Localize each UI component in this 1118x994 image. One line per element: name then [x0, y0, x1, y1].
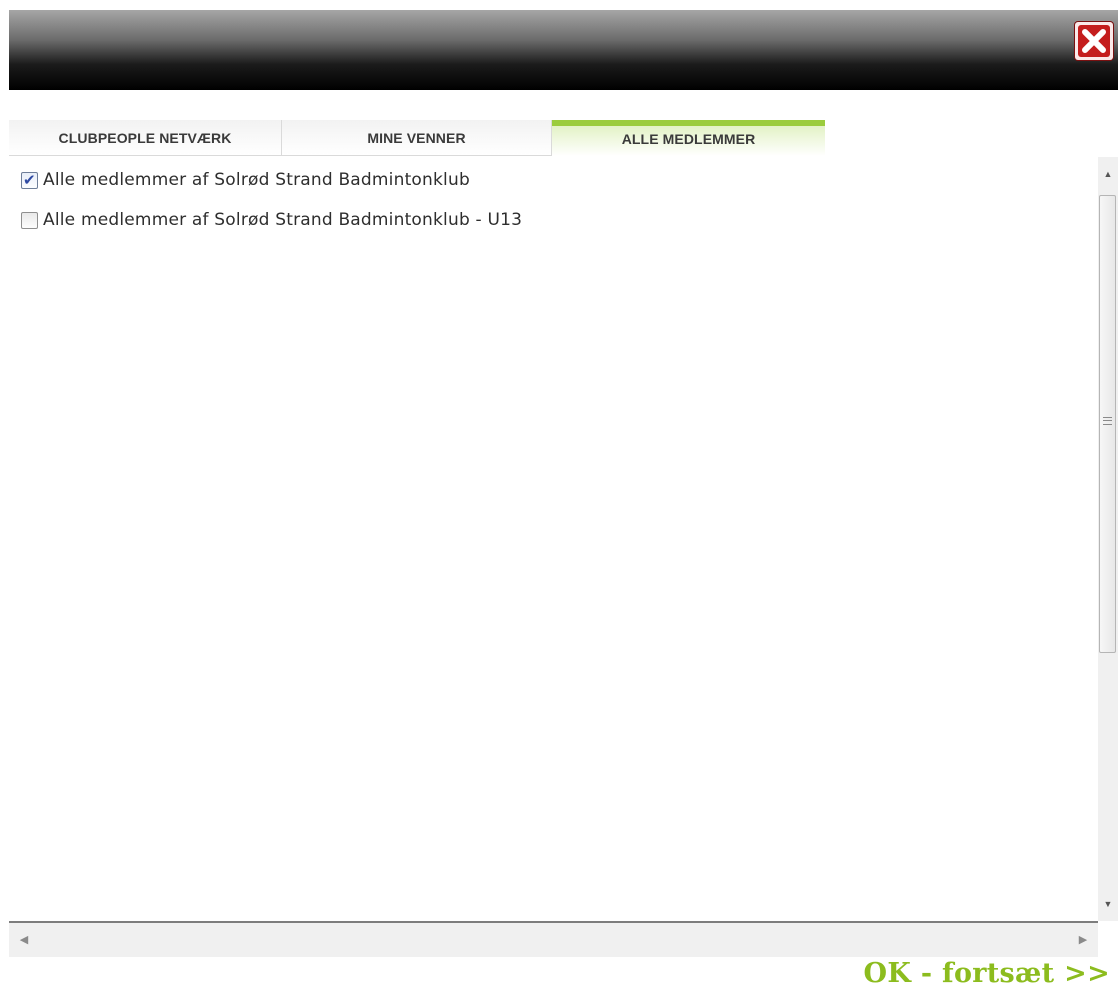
scroll-right-arrow-icon[interactable]: ▶ [1068, 923, 1098, 957]
tab-alle-medlemmer[interactable]: ALLE MEDLEMMER [552, 120, 825, 156]
list-item-label: Alle medlemmer af Solrød Strand Badminto… [43, 210, 523, 230]
tab-clubpeople-netvaerk[interactable]: CLUBPEOPLE NETVÆRK [9, 120, 282, 156]
ok-continue-link[interactable]: OK - fortsæt >> [864, 958, 1110, 989]
tab-bar: CLUBPEOPLE NETVÆRK MINE VENNER ALLE MEDL… [9, 120, 825, 156]
scrollbar-corner [1098, 921, 1118, 957]
dialog-header [9, 10, 1118, 90]
tab-mine-venner[interactable]: MINE VENNER [282, 120, 552, 156]
list-item-label: Alle medlemmer af Solrød Strand Badminto… [43, 170, 470, 190]
close-icon [1078, 25, 1110, 57]
checkbox-all-members[interactable]: ✔ [21, 170, 38, 189]
checkmark-icon: ✔ [23, 170, 36, 189]
scroll-up-arrow-icon[interactable]: ▲ [1098, 157, 1118, 191]
grip-icon [1103, 417, 1112, 425]
scroll-left-arrow-icon[interactable]: ◀ [9, 923, 39, 957]
horizontal-scrollbar[interactable]: ◀ ▶ [9, 921, 1098, 957]
members-list: ✔ Alle medlemmer af Solrød Strand Badmin… [9, 157, 1098, 921]
vertical-scroll-thumb[interactable] [1099, 195, 1116, 653]
list-item[interactable]: Alle medlemmer af Solrød Strand Badminto… [21, 208, 522, 232]
vertical-scrollbar[interactable]: ▲ ▼ [1098, 157, 1118, 921]
scroll-down-arrow-icon[interactable]: ▼ [1098, 887, 1118, 921]
checkbox-u13-members[interactable] [21, 211, 38, 229]
list-item[interactable]: ✔ Alle medlemmer af Solrød Strand Badmin… [21, 168, 470, 192]
close-button[interactable] [1075, 22, 1113, 60]
